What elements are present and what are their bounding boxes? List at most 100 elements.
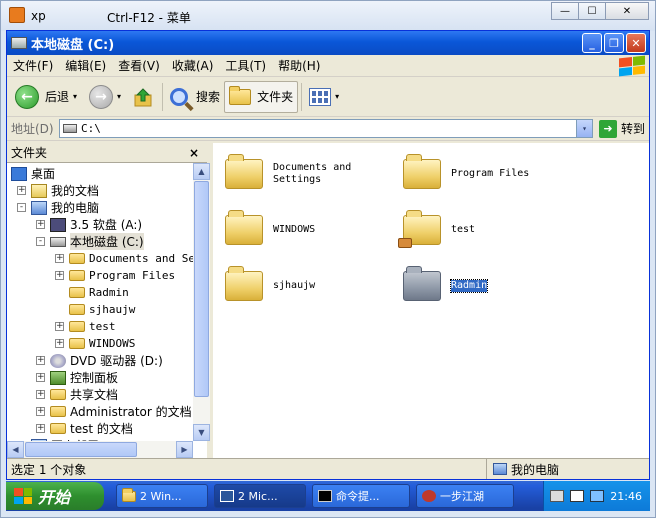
my-computer-icon — [31, 200, 47, 215]
go-label: 转到 — [620, 122, 645, 136]
input-method-icon[interactable] — [570, 490, 585, 502]
menu-file[interactable]: 文件(F) — [7, 57, 59, 74]
menu-tools[interactable]: 工具(T) — [219, 57, 272, 74]
folder-icon — [50, 423, 66, 434]
tree-item[interactable]: + 共享文档 — [36, 386, 118, 403]
expand-icon[interactable]: + — [17, 186, 26, 195]
menu-view[interactable]: 查看(V) — [112, 57, 166, 74]
tree-item[interactable]: + test — [55, 318, 116, 335]
expand-icon[interactable]: + — [36, 373, 45, 382]
host-app-name: xp — [31, 9, 46, 23]
menu-edit[interactable]: 编辑(E) — [59, 57, 112, 74]
shared-folder-icon — [69, 321, 85, 332]
folders-pane-title: 文件夹 — [11, 146, 48, 160]
scroll-up-icon[interactable]: ▲ — [193, 163, 210, 180]
keyboard-icon[interactable] — [550, 490, 565, 502]
expand-icon[interactable]: + — [36, 390, 45, 399]
folder-item[interactable]: Documents and Settings — [225, 154, 352, 189]
desktop-icon — [11, 166, 27, 181]
chevron-down-icon[interactable]: ▾ — [117, 92, 121, 101]
tree-item[interactable]: - 我的电脑 — [17, 199, 99, 216]
tree-item[interactable]: + WINDOWS — [55, 335, 135, 352]
tree-item[interactable]: sjhaujw — [55, 301, 135, 318]
host-close-button[interactable]: ✕ — [605, 2, 649, 20]
expand-icon[interactable]: + — [36, 356, 45, 365]
tree-item[interactable]: 桌面 — [11, 165, 55, 182]
tree-item[interactable]: Radmin — [55, 284, 129, 301]
tree-item-label: Documents and Set — [89, 252, 193, 265]
forward-button[interactable]: → ▾ — [85, 81, 129, 113]
scroll-thumb[interactable] — [194, 181, 209, 397]
expand-icon[interactable]: + — [55, 254, 64, 263]
start-button[interactable]: 开始 — [6, 482, 104, 510]
expand-icon[interactable]: + — [55, 322, 64, 331]
close-button[interactable]: ✕ — [626, 33, 646, 53]
taskbar-button-explorer[interactable]: 2 Win... — [116, 484, 208, 508]
folder-icon — [403, 266, 441, 301]
address-input[interactable]: C:\ ▾ — [59, 119, 593, 138]
scroll-thumb[interactable] — [25, 442, 137, 457]
taskbar-button-game[interactable]: 一步江湖 — [416, 484, 514, 508]
tree-item[interactable]: + test 的文档 — [36, 420, 133, 437]
network-icon[interactable] — [590, 490, 605, 502]
expand-icon[interactable]: + — [55, 339, 64, 348]
host-maximize-button[interactable]: ☐ — [578, 2, 606, 20]
tree-item[interactable]: + 控制面板 — [36, 369, 118, 386]
folder-item[interactable]: test — [398, 210, 475, 248]
taskbar-button-label: 2 Mic... — [238, 489, 278, 503]
tree-item[interactable]: - 本地磁盘 (C:) — [36, 233, 144, 250]
status-selection: 选定 1 个对象 — [11, 462, 87, 477]
tree-item[interactable]: +3.5 软盘 (A:) — [36, 216, 142, 233]
folder-name: Program Files — [451, 168, 530, 179]
tree-item[interactable]: + Documents and Set — [55, 250, 193, 267]
views-button[interactable]: ▾ — [305, 81, 347, 113]
minimize-button[interactable]: _ — [582, 33, 602, 53]
search-button[interactable]: 搜索 — [166, 81, 224, 113]
folder-tree: 桌面 + 我的文档 - 我的电脑 +3.5 软盘 (A:) - 本地磁盘 (C:) + Docum… — [7, 163, 193, 441]
search-label: 搜索 — [196, 90, 221, 104]
tree-item-label: 控制面板 — [70, 371, 119, 385]
shared-folder-icon — [398, 210, 441, 248]
go-button[interactable]: ➜ 转到 — [598, 119, 645, 138]
scroll-down-icon[interactable]: ▼ — [193, 424, 210, 441]
tree-item[interactable]: + Program Files — [55, 267, 175, 284]
menu-favorites[interactable]: 收藏(A) — [166, 57, 220, 74]
folder-up-icon — [134, 87, 152, 106]
folder-name: Documents and Settings — [273, 162, 352, 185]
folders-button[interactable]: 文件夹 — [224, 80, 299, 113]
window-title: 本地磁盘 (C:) — [31, 37, 115, 53]
expand-icon[interactable]: + — [55, 271, 64, 280]
folder-item[interactable]: WINDOWS — [225, 210, 315, 245]
host-minimize-button[interactable]: — — [551, 2, 579, 20]
tree-item[interactable]: + DVD 驱动器 (D:) — [36, 352, 163, 369]
close-icon[interactable]: × — [189, 146, 199, 160]
restore-button[interactable]: ❐ — [604, 33, 624, 53]
collapse-icon[interactable]: - — [17, 203, 26, 212]
taskbar-button-cmd[interactable]: 命令提... — [312, 484, 410, 508]
scroll-right-icon[interactable]: ▶ — [176, 441, 193, 458]
up-button[interactable] — [129, 81, 159, 113]
folder-item[interactable]: Program Files — [403, 154, 530, 189]
horizontal-scrollbar[interactable]: ◀ ▶ — [7, 441, 193, 458]
vertical-scrollbar[interactable]: ▲ ▼ — [193, 163, 210, 441]
scroll-left-icon[interactable]: ◀ — [7, 441, 24, 458]
chevron-down-icon[interactable]: ▾ — [73, 92, 77, 101]
folders-pane-header: 文件夹 × — [7, 143, 207, 163]
chevron-down-icon[interactable]: ▾ — [335, 92, 339, 101]
status-bar: 选定 1 个对象 我的电脑 — [7, 458, 649, 479]
expand-icon[interactable]: + — [36, 220, 45, 229]
back-button[interactable]: ← 后退 ▾ — [11, 81, 85, 113]
collapse-icon[interactable]: - — [36, 237, 45, 246]
expand-icon[interactable]: + — [36, 424, 45, 433]
taskbar-button-word[interactable]: 2 Mic... — [214, 484, 306, 508]
tree-item-label: 本地磁盘 (C:) — [70, 233, 144, 250]
folder-item[interactable]: sjhaujw — [225, 266, 315, 301]
menu-help[interactable]: 帮助(H) — [272, 57, 326, 74]
floppy-icon — [50, 217, 66, 232]
chevron-down-icon[interactable]: ▾ — [575, 120, 592, 137]
tree-item[interactable]: + Administrator 的文档 — [36, 403, 192, 420]
folder-item-selected[interactable]: Radmin — [403, 266, 489, 301]
tree-item-label: WINDOWS — [89, 337, 136, 350]
expand-icon[interactable]: + — [36, 407, 45, 416]
tree-item[interactable]: + 我的文档 — [17, 182, 99, 199]
